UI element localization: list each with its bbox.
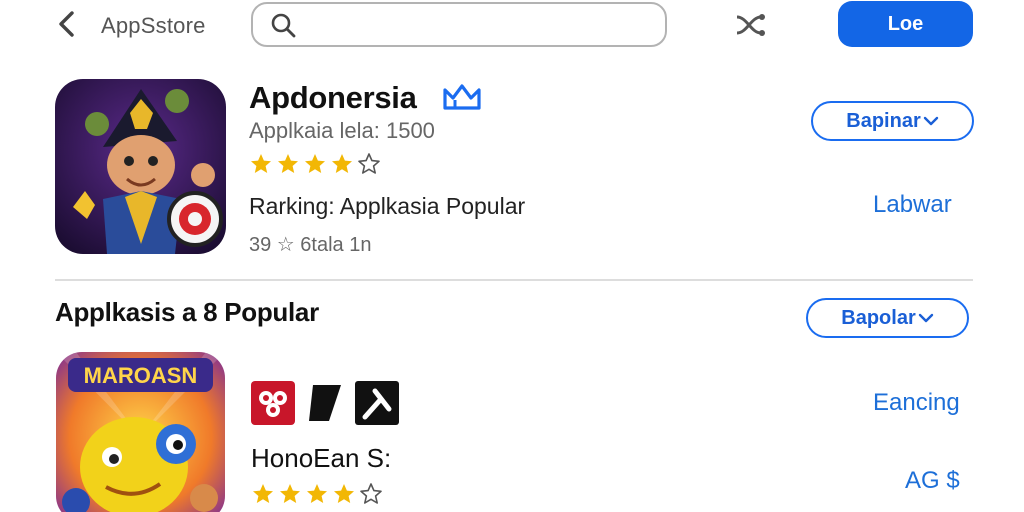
star-filled-icon [332,154,352,173]
featured-app-reviews: 39 ☆ 6tala 1n [249,234,372,256]
chevron-down-icon [918,313,933,323]
tools-icon [355,381,399,425]
knight-character-icon [55,79,226,254]
share-button[interactable] [730,8,770,42]
star-filled-icon [253,484,273,503]
chevron-down-icon [923,116,938,126]
slash-icon [309,385,341,421]
second-app-badges [251,381,399,425]
second-app-name[interactable]: HonoEan S: [251,443,391,474]
login-button[interactable]: Loe [838,1,973,47]
star-empty-icon [358,153,380,174]
featured-app-icon[interactable] [55,79,226,254]
star-filled-icon [278,154,298,173]
section-action-label: Bapolar [841,306,916,329]
star-empty-icon [360,483,382,504]
star-filled-icon [280,484,300,503]
gamepad-icon [251,381,295,425]
back-button[interactable] [52,8,82,40]
monster-character-icon: MAROASN [56,352,225,512]
search-input[interactable] [307,14,647,35]
featured-app-name[interactable]: Apdonersia [249,80,417,116]
featured-app-rating [249,152,381,176]
crown-icon [443,84,481,110]
star-filled-icon [307,484,327,503]
featured-app-ranking: Rarking: Applkasia Popular [249,193,526,219]
second-app-link[interactable]: Eancing [873,389,960,417]
second-app-rating [251,482,383,506]
star-filled-icon [334,484,354,503]
section-action-button[interactable]: Bapolar [806,298,969,338]
second-app-price[interactable]: AG $ [905,467,960,495]
featured-action-button[interactable]: Bapinar [811,101,974,141]
search-icon [271,13,296,37]
section-divider [55,279,973,281]
star-filled-icon [251,154,271,173]
featured-app-subtitle: Applkaia lela: 1500 [249,118,435,143]
app-store-page: AppSstore Loe Apdonersia Applkaia lela: … [0,0,1024,512]
store-title: AppSstore [101,13,206,38]
second-app-icon-text: MAROASN [84,363,198,388]
section-title: Applkasis a 8 Popular [55,297,319,327]
featured-action-label: Bapinar [846,109,921,132]
star-filled-icon [305,154,325,173]
second-app-icon[interactable]: MAROASN [56,352,225,512]
share-icon [736,14,765,36]
featured-app-link[interactable]: Labwar [873,191,952,219]
chevron-left-icon [59,11,74,37]
search-bar[interactable] [251,2,667,47]
